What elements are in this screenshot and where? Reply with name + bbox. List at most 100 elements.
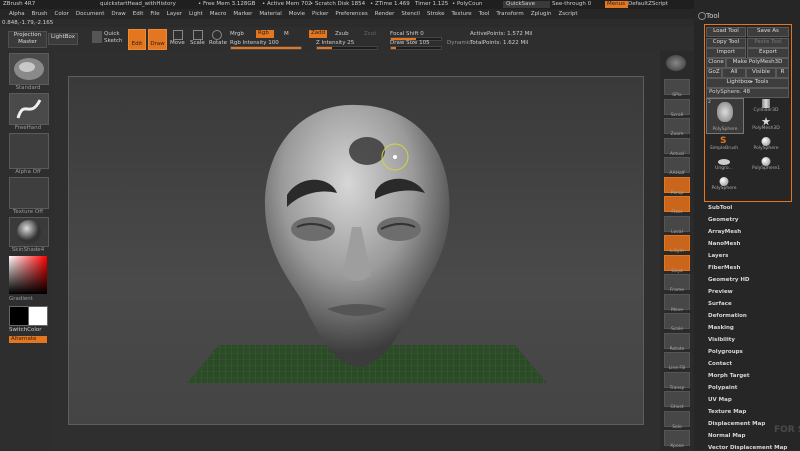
tool-section-subtool[interactable]: SubTool — [708, 205, 732, 211]
goz-all-button[interactable]: All — [722, 68, 746, 78]
texture-thumbnail[interactable] — [9, 177, 49, 209]
tool-thumbnail[interactable]: PolySphere1 — [746, 156, 786, 172]
draw-size-slider[interactable] — [390, 46, 442, 50]
bpr-icon[interactable] — [666, 55, 686, 71]
default-zscript-button[interactable]: DefaultZScript — [628, 1, 668, 7]
tool-section-polypaint[interactable]: Polypaint — [708, 385, 737, 391]
tool-section-geometry[interactable]: Geometry — [708, 217, 738, 223]
scale-button[interactable]: Scale — [190, 40, 205, 46]
tool-section-polygroups[interactable]: Polygroups — [708, 349, 743, 355]
stroke-thumbnail[interactable] — [9, 93, 49, 125]
menu-movie[interactable]: Movie — [289, 11, 305, 17]
lightbox-tools-button[interactable]: Lightbox▸ Tools — [706, 78, 789, 88]
tool-section-layers[interactable]: Layers — [708, 253, 728, 259]
menu-stencil[interactable]: Stencil — [401, 11, 420, 17]
menu-brush[interactable]: Brush — [32, 11, 48, 17]
edit-button[interactable]: Edit — [128, 29, 146, 50]
tool-section-morph-target[interactable]: Morph Target — [708, 373, 750, 379]
z-intensity-slider[interactable] — [316, 46, 378, 50]
menu-render[interactable]: Render — [375, 11, 395, 17]
paste-tool-button[interactable]: Paste Tool — [747, 38, 789, 48]
tool-thumbnail[interactable]: PolySphere — [746, 136, 786, 152]
menu-draw[interactable]: Draw — [111, 11, 125, 17]
rotate-button[interactable]: Rotate — [209, 40, 227, 46]
menu-zscript[interactable]: Zscript — [558, 11, 577, 17]
zcut-button[interactable]: Zcut — [364, 31, 376, 37]
rgb-button[interactable]: Rgb — [256, 30, 274, 38]
tool-section-geometry-hd[interactable]: Geometry HD — [708, 277, 750, 283]
tool-section-uv-map[interactable]: UV Map — [708, 397, 732, 403]
switch-color-button[interactable]: SwitchColor — [9, 327, 47, 333]
tool-thumbnail[interactable]: PolySphere — [706, 176, 742, 192]
menu-light[interactable]: Light — [189, 11, 203, 17]
palette-toggle-icon[interactable] — [698, 12, 706, 20]
tool-section-visibility[interactable]: Visibility — [708, 337, 735, 343]
quick-sketch-icon[interactable] — [92, 31, 102, 43]
menus-button[interactable]: Menus — [605, 1, 628, 8]
import-button[interactable]: Import — [706, 48, 746, 58]
menu-material[interactable]: Material — [259, 11, 281, 17]
menu-edit[interactable]: Edit — [133, 11, 144, 17]
tool-thumbnail[interactable]: PolyMesh3D — [746, 116, 786, 132]
projection-master-button[interactable]: Projection Master — [8, 31, 47, 48]
brush-thumbnail[interactable] — [9, 53, 49, 85]
tool-section-vector-displacement-map[interactable]: Vector Displacement Map — [708, 445, 787, 451]
goz-r-button[interactable]: R — [776, 68, 789, 78]
tool-section-deformation[interactable]: Deformation — [708, 313, 747, 319]
menu-transform[interactable]: Transform — [496, 11, 523, 17]
goz-button[interactable]: GoZ — [706, 68, 722, 78]
load-tool-button[interactable]: Load Tool — [706, 27, 746, 37]
color-picker[interactable] — [9, 256, 47, 294]
menu-alpha[interactable]: Alpha — [9, 11, 25, 17]
document-canvas[interactable] — [68, 76, 644, 425]
lightbox-button[interactable]: LightBox — [48, 33, 78, 45]
see-through-slider[interactable]: See-through 0 — [552, 1, 591, 7]
tool-thumbnail[interactable]: Cylinder3D — [746, 98, 786, 114]
menu-macro[interactable]: Macro — [210, 11, 227, 17]
menu-color[interactable]: Color — [55, 11, 69, 17]
menu-marker[interactable]: Marker — [233, 11, 252, 17]
tool-thumbnail[interactable]: S SimpleBrush — [706, 136, 742, 152]
tool-section-normal-map[interactable]: Normal Map — [708, 433, 745, 439]
tool-thumbnail[interactable]: PolySphere 2 — [706, 98, 744, 134]
alpha-thumbnail[interactable] — [9, 133, 49, 169]
rgb-intensity-slider[interactable] — [230, 46, 302, 50]
zsub-button[interactable]: Zsub — [335, 31, 349, 37]
alternate-button[interactable]: Alternate — [9, 336, 47, 343]
tool-section-texture-map[interactable]: Texture Map — [708, 409, 746, 415]
tool-section-preview[interactable]: Preview — [708, 289, 733, 295]
copy-tool-button[interactable]: Copy Tool — [706, 38, 746, 48]
material-thumbnail[interactable] — [9, 217, 49, 247]
secondary-color-swatch[interactable] — [28, 306, 48, 326]
make-polymesh-button[interactable]: Make PolyMesh3D — [726, 58, 789, 68]
menu-file[interactable]: File — [150, 11, 159, 17]
quicksave-button[interactable]: QuickSave — [503, 1, 550, 8]
current-tool-slider[interactable]: PolySphere. 48 — [706, 88, 789, 98]
primary-color-swatch[interactable] — [9, 306, 29, 326]
goz-visible-button[interactable]: Visible — [746, 68, 776, 78]
tool-section-masking[interactable]: Masking — [708, 325, 734, 331]
tool-section-nanomesh[interactable]: NanoMesh — [708, 241, 740, 247]
move-button[interactable]: Move — [170, 40, 185, 46]
menu-texture[interactable]: Texture — [452, 11, 472, 17]
menu-preferences[interactable]: Preferences — [335, 11, 367, 17]
tool-section-surface[interactable]: Surface — [708, 301, 732, 307]
menu-layer[interactable]: Layer — [167, 11, 182, 17]
menu-tool[interactable]: Tool — [479, 11, 490, 17]
export-button[interactable]: Export — [747, 48, 789, 58]
tool-section-displacement-map[interactable]: Displacement Map — [708, 421, 765, 427]
tool-section-contact[interactable]: Contact — [708, 361, 732, 367]
tool-section-fibermesh[interactable]: FiberMesh — [708, 265, 740, 271]
menu-document[interactable]: Document — [76, 11, 105, 17]
tool-section-arraymesh[interactable]: ArrayMesh — [708, 229, 741, 235]
menu-zplugin[interactable]: Zplugin — [531, 11, 552, 17]
clone-button[interactable]: Clone — [706, 58, 726, 68]
tool-thumbnail[interactable]: Ungro... — [706, 156, 742, 172]
draw-button[interactable]: Draw — [148, 29, 167, 50]
dynamic-button[interactable]: Dynamic — [447, 40, 471, 46]
save-as-button[interactable]: Save As — [747, 27, 789, 37]
menu-stroke[interactable]: Stroke — [427, 11, 445, 17]
menu-picker[interactable]: Picker — [312, 11, 328, 17]
zadd-button[interactable]: Zadd — [309, 30, 327, 38]
m-button[interactable]: M — [284, 31, 289, 37]
